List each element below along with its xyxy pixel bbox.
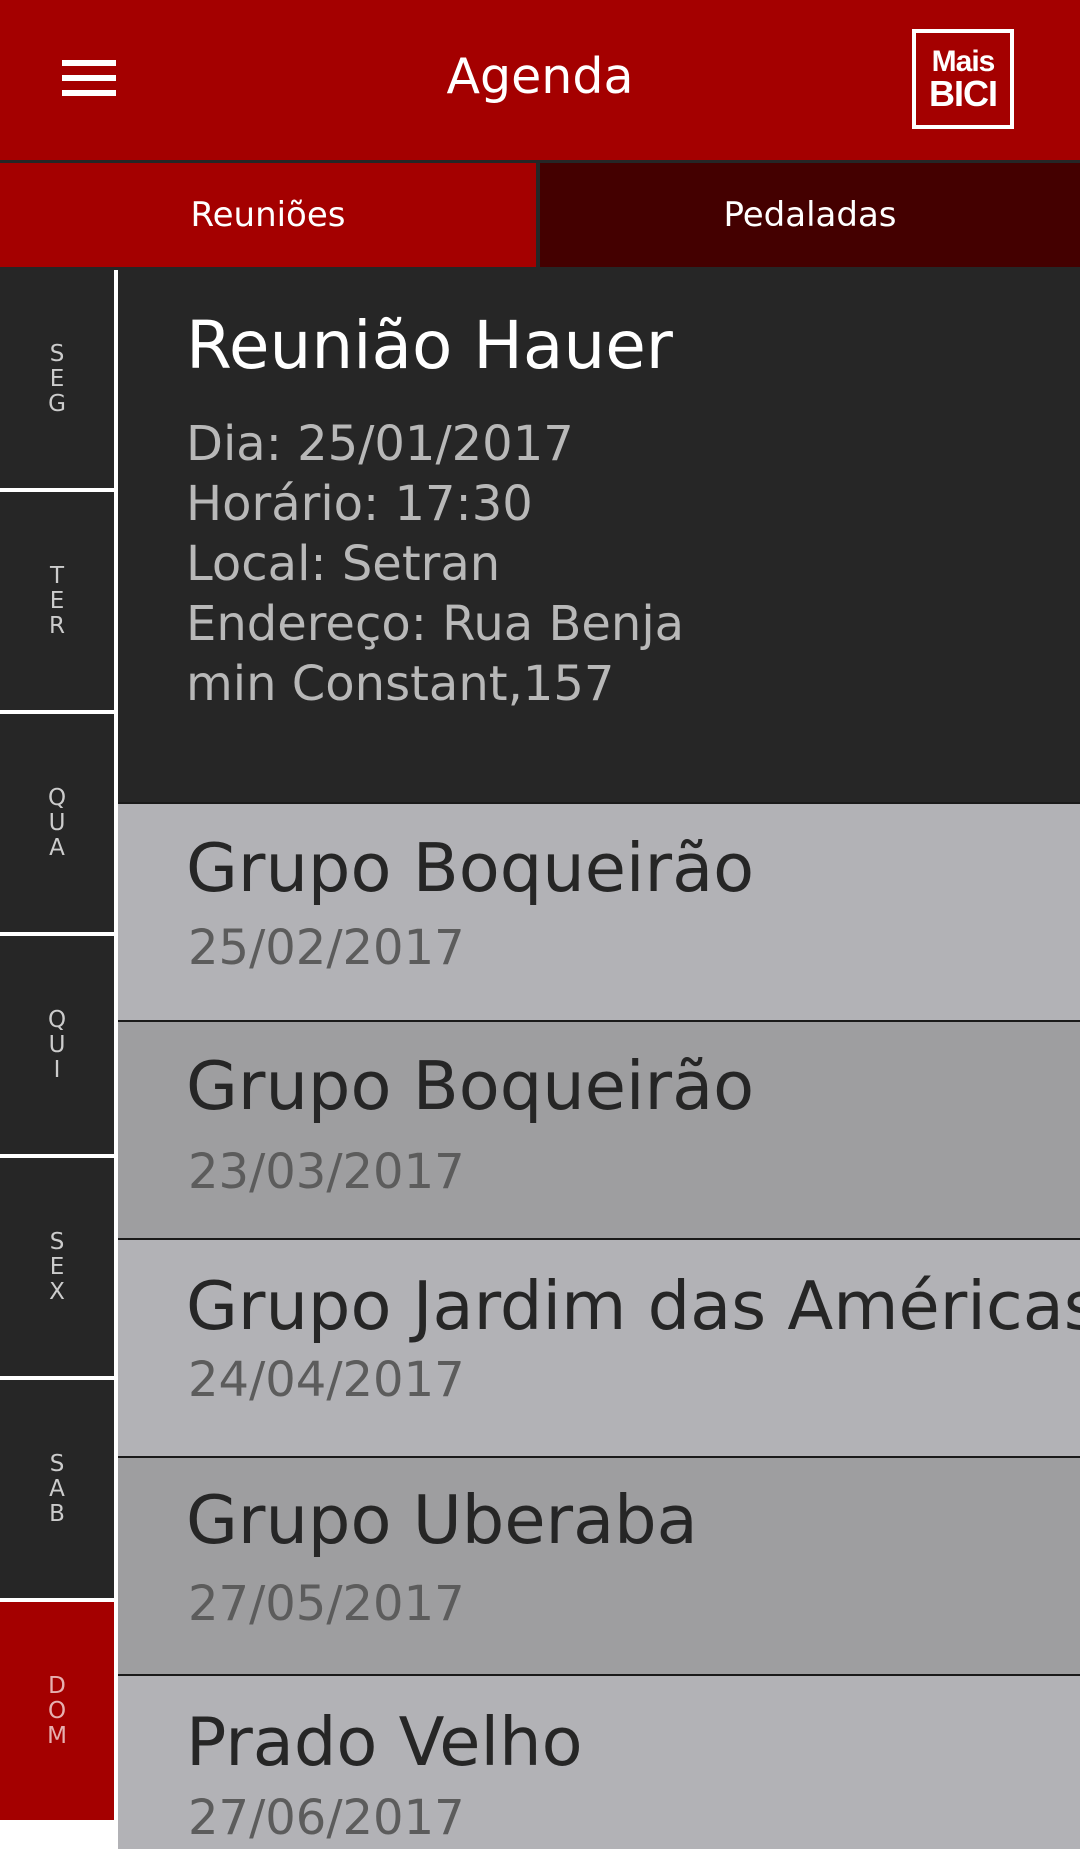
- day-tab-sab[interactable]: S A B: [0, 1380, 114, 1598]
- day-tab-qui[interactable]: Q U I: [0, 936, 114, 1154]
- event-list-item[interactable]: Prado Velho 27/06/2017: [118, 1674, 1080, 1849]
- event-date: 27/05/2017: [188, 1576, 465, 1632]
- event-date: 25/02/2017: [188, 920, 465, 976]
- day-tab-dom[interactable]: D O M: [0, 1602, 114, 1820]
- event-title: Grupo Uberaba: [186, 1481, 698, 1559]
- event-title: Grupo Jardim das Américas: [186, 1267, 1080, 1345]
- day-label: Q U A: [47, 784, 67, 861]
- logo-text-bici: BICI: [929, 73, 998, 114]
- day-label: S E G: [48, 340, 66, 417]
- event-date: 27/06/2017: [188, 1790, 465, 1846]
- events-list: Reunião Hauer Dia: 25/01/2017 Horário: 1…: [118, 270, 1080, 1849]
- tab-bar: Reuniões Pedaladas: [0, 163, 1080, 267]
- day-tab-seg[interactable]: S E G: [0, 270, 114, 488]
- event-date-line: Dia: 25/01/2017: [186, 416, 574, 472]
- day-label: T E R: [49, 562, 65, 639]
- event-title: Prado Velho: [186, 1703, 583, 1781]
- event-list-item[interactable]: Grupo Boqueirão 25/02/2017: [118, 802, 1080, 1022]
- day-label: Q U I: [47, 1006, 67, 1083]
- event-title: Grupo Boqueirão: [186, 1047, 755, 1125]
- day-tab-sex[interactable]: S E X: [0, 1158, 114, 1376]
- event-time-line: Horário: 17:30: [186, 476, 533, 532]
- day-label: S A B: [49, 1450, 65, 1527]
- event-list-item[interactable]: Grupo Uberaba 27/05/2017: [118, 1456, 1080, 1676]
- day-tab-ter[interactable]: T E R: [0, 492, 114, 710]
- tab-pedaladas[interactable]: Pedaladas: [540, 163, 1080, 267]
- day-label: S E X: [49, 1228, 65, 1305]
- day-tab-qua[interactable]: Q U A: [0, 714, 114, 932]
- event-address-line: Endereço: Rua Benja: [186, 596, 685, 652]
- event-address-line-cont: min Constant,157: [186, 656, 615, 712]
- day-label: D O M: [47, 1672, 67, 1749]
- mais-bici-logo: Mais BICI: [912, 29, 1014, 129]
- tab-reunioes[interactable]: Reuniões: [0, 163, 536, 267]
- weekday-sidebar: S E G T E R Q U A Q U I S E X S A B D O …: [0, 270, 118, 1849]
- event-location-line: Local: Setran: [186, 536, 501, 592]
- event-title: Grupo Boqueirão: [186, 829, 755, 907]
- event-list-item[interactable]: Grupo Jardim das Américas 24/04/2017: [118, 1238, 1080, 1458]
- event-date: 24/04/2017: [188, 1352, 465, 1408]
- app-bar: Agenda Mais BICI: [0, 0, 1080, 160]
- event-date: 23/03/2017: [188, 1144, 465, 1200]
- featured-event-card[interactable]: Reunião Hauer Dia: 25/01/2017 Horário: 1…: [118, 270, 1080, 802]
- featured-event-details: Dia: 25/01/2017 Horário: 17:30 Local: Se…: [186, 414, 706, 714]
- featured-event-title: Reunião Hauer: [186, 307, 673, 384]
- event-list-item[interactable]: Grupo Boqueirão 23/03/2017: [118, 1020, 1080, 1240]
